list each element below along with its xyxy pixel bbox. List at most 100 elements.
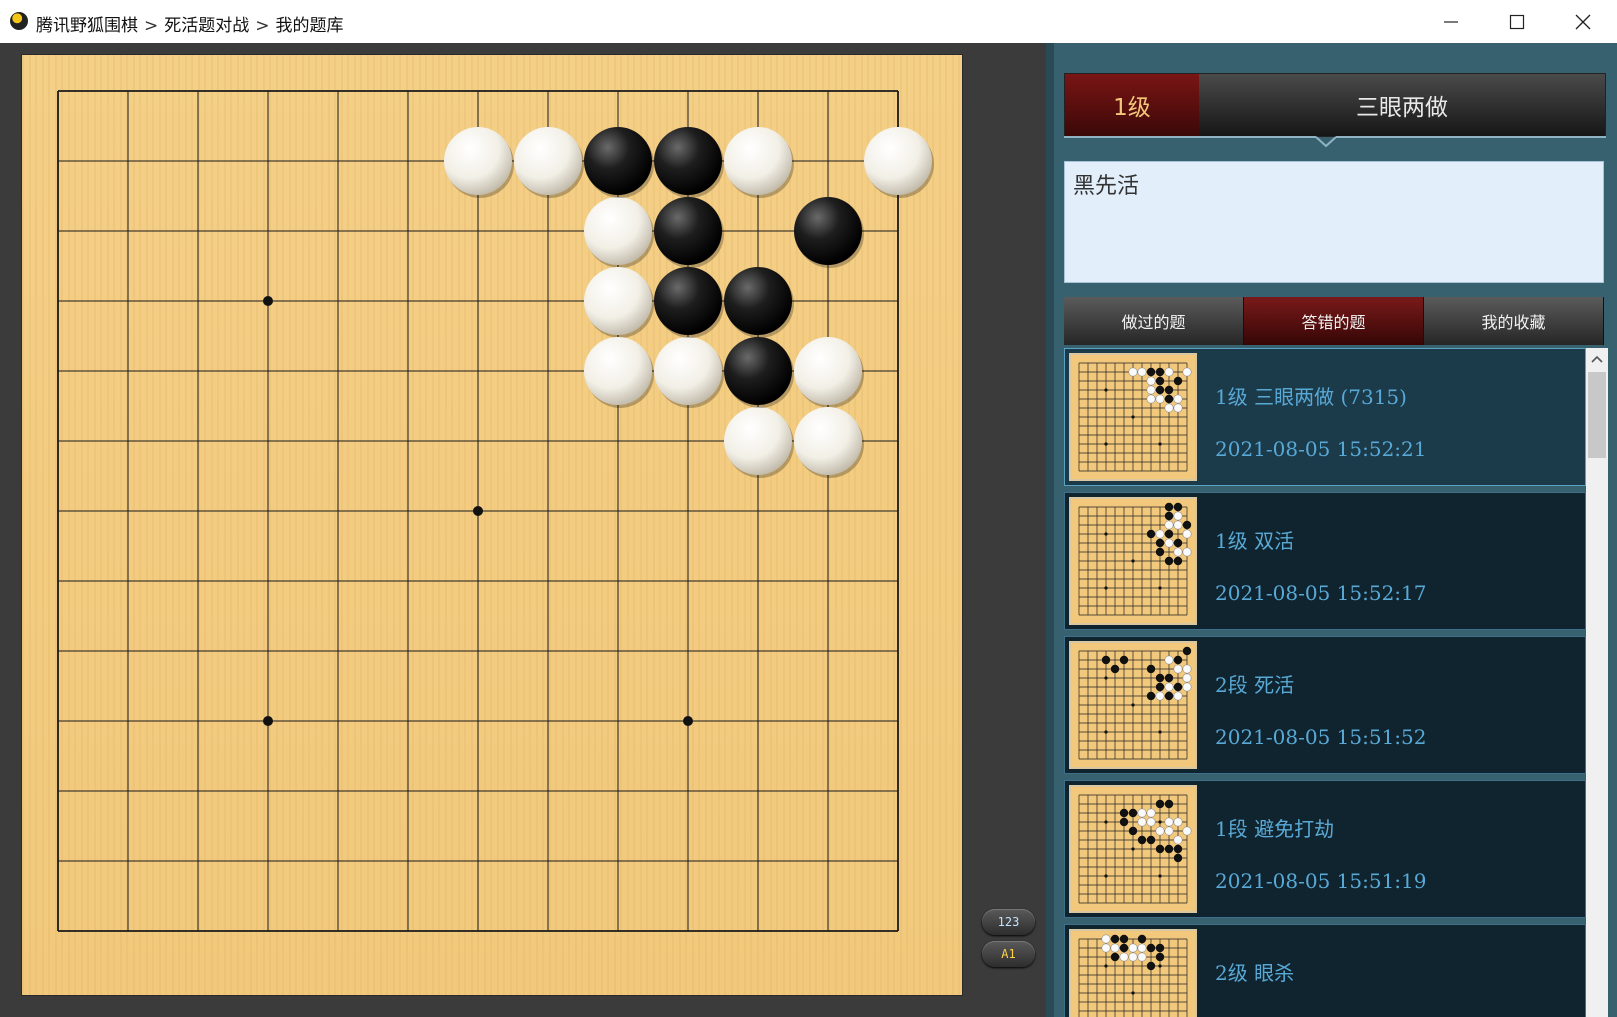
list-item-title: 1级 三眼两做 (7315) bbox=[1215, 385, 1407, 409]
thumbnail-white-stone bbox=[1137, 808, 1147, 818]
close-button[interactable] bbox=[1550, 0, 1616, 43]
list-item-title: 1级 双活 bbox=[1215, 529, 1295, 553]
thumbnail-black-stone bbox=[1164, 556, 1174, 566]
tab-favorites[interactable]: 我的收藏 bbox=[1424, 297, 1604, 345]
thumbnail-star-point bbox=[1104, 532, 1108, 536]
star-point bbox=[263, 296, 273, 306]
panel-divider bbox=[1046, 43, 1054, 1017]
white-stone bbox=[444, 127, 512, 195]
black-stone bbox=[654, 127, 722, 195]
thumbnail-star-point bbox=[1158, 820, 1162, 824]
thumbnail-white-stone bbox=[1146, 817, 1156, 827]
thumbnail-white-stone bbox=[1128, 952, 1138, 962]
app-logo-icon bbox=[10, 12, 28, 30]
coordinate-toggle-button[interactable]: A1 bbox=[982, 941, 1035, 967]
thumbnail-white-stone bbox=[1164, 403, 1174, 413]
thumbnail-star-point bbox=[1158, 964, 1162, 968]
problem-thumbnail bbox=[1069, 353, 1197, 481]
problem-level: 1级 bbox=[1065, 74, 1199, 136]
thumbnail-black-stone bbox=[1155, 538, 1165, 548]
thumbnail-black-stone bbox=[1119, 943, 1129, 953]
thumbnail-white-stone bbox=[1155, 394, 1165, 404]
thumbnail-black-stone bbox=[1173, 376, 1183, 386]
star-point bbox=[683, 716, 693, 726]
maximize-button[interactable] bbox=[1484, 0, 1550, 43]
thumbnail-black-stone bbox=[1146, 943, 1156, 953]
list-item[interactable]: 2级 眼杀 bbox=[1064, 924, 1586, 1017]
star-point bbox=[473, 506, 483, 516]
thumbnail-black-stone bbox=[1128, 808, 1138, 818]
problem-thumbnail bbox=[1069, 929, 1197, 1017]
thumbnail-white-stone bbox=[1173, 547, 1183, 557]
thumbnail-black-stone bbox=[1146, 664, 1156, 674]
scroll-up-button[interactable] bbox=[1586, 348, 1608, 370]
thumbnail-black-stone bbox=[1137, 934, 1147, 944]
thumbnail-black-stone bbox=[1173, 844, 1183, 854]
thumbnail-black-stone bbox=[1119, 808, 1129, 818]
thumbnail-white-stone bbox=[1155, 826, 1165, 836]
thumbnail-black-stone bbox=[1182, 646, 1192, 656]
thumbnail-black-stone bbox=[1155, 952, 1165, 962]
tab-attempted[interactable]: 做过的题 bbox=[1064, 297, 1244, 345]
star-point bbox=[263, 716, 273, 726]
thumbnail-black-stone bbox=[1164, 691, 1174, 701]
move-number-toggle-button[interactable]: 123 bbox=[982, 909, 1035, 935]
go-board[interactable] bbox=[22, 55, 962, 995]
thumbnail-white-stone bbox=[1164, 826, 1174, 836]
thumbnail-white-stone bbox=[1164, 538, 1174, 548]
thumbnail-star-point bbox=[1131, 415, 1135, 419]
thumbnail-white-stone bbox=[1173, 817, 1183, 827]
breadcrumb-item-app[interactable]: 腾讯野狐围棋 bbox=[36, 16, 138, 36]
thumbnail-star-point bbox=[1104, 442, 1108, 446]
thumbnail-black-stone bbox=[1155, 376, 1165, 386]
list-item[interactable]: 1级 双活 2021-08-05 15:52:17 bbox=[1064, 492, 1586, 630]
list-item[interactable]: 1级 三眼两做 (7315) 2021-08-05 15:52:21 bbox=[1064, 348, 1586, 486]
thumbnail-star-point bbox=[1104, 586, 1108, 590]
problem-thumbnail bbox=[1069, 497, 1197, 625]
white-stone bbox=[584, 267, 652, 335]
thumbnail-white-stone bbox=[1164, 367, 1174, 377]
breadcrumb-separator: > bbox=[255, 16, 270, 36]
thumbnail-white-stone bbox=[1155, 529, 1165, 539]
thumbnail-star-point bbox=[1104, 820, 1108, 824]
thumbnail-black-stone bbox=[1155, 682, 1165, 692]
tab-wrong-answers[interactable]: 答错的题 bbox=[1244, 297, 1424, 345]
breadcrumb-item-lifedeath[interactable]: 死活题对战 bbox=[164, 16, 249, 36]
thumbnail-star-point bbox=[1104, 874, 1108, 878]
thumbnail-black-stone bbox=[1119, 655, 1129, 665]
minimize-button[interactable] bbox=[1418, 0, 1484, 43]
thumbnail-black-stone bbox=[1182, 520, 1192, 530]
thumbnail-star-point bbox=[1131, 703, 1135, 707]
thumbnail-white-stone bbox=[1173, 835, 1183, 845]
thumbnail-star-point bbox=[1131, 847, 1135, 851]
thumbnail-white-stone bbox=[1146, 808, 1156, 818]
thumbnail-white-stone bbox=[1119, 952, 1129, 962]
thumbnail-black-stone bbox=[1164, 394, 1174, 404]
list-scrollbar[interactable] bbox=[1586, 348, 1608, 1017]
thumbnail-white-stone bbox=[1146, 394, 1156, 404]
breadcrumb: 腾讯野狐围棋 > 死活题对战 > 我的题库 bbox=[36, 11, 344, 36]
thumbnail-white-stone bbox=[1137, 367, 1147, 377]
thumbnail-star-point bbox=[1104, 730, 1108, 734]
thumbnail-black-stone bbox=[1164, 511, 1174, 521]
problem-thumbnail bbox=[1069, 785, 1197, 913]
thumbnail-white-stone bbox=[1164, 520, 1174, 530]
breadcrumb-item-library: 我的题库 bbox=[275, 16, 344, 36]
thumbnail-black-stone bbox=[1173, 556, 1183, 566]
thumbnail-black-stone bbox=[1155, 673, 1165, 683]
problem-header: 1级 三眼两做 bbox=[1064, 73, 1606, 137]
thumbnail-black-stone bbox=[1155, 367, 1165, 377]
thumbnail-white-stone bbox=[1182, 826, 1192, 836]
problem-hint-text: 黑先活 bbox=[1073, 174, 1140, 199]
thumbnail-black-stone bbox=[1110, 934, 1120, 944]
list-item[interactable]: 2段 死活 2021-08-05 15:51:52 bbox=[1064, 636, 1586, 774]
thumbnail-black-stone bbox=[1155, 547, 1165, 557]
thumbnail-white-stone bbox=[1173, 520, 1183, 530]
scrollbar-thumb[interactable] bbox=[1588, 372, 1606, 458]
thumbnail-black-stone bbox=[1119, 934, 1129, 944]
thumbnail-black-stone bbox=[1146, 367, 1156, 377]
thumbnail-white-stone bbox=[1101, 943, 1111, 953]
thumbnail-star-point bbox=[1158, 730, 1162, 734]
board-grid[interactable] bbox=[22, 55, 962, 995]
list-item[interactable]: 1段 避免打劫 2021-08-05 15:51:19 bbox=[1064, 780, 1586, 918]
